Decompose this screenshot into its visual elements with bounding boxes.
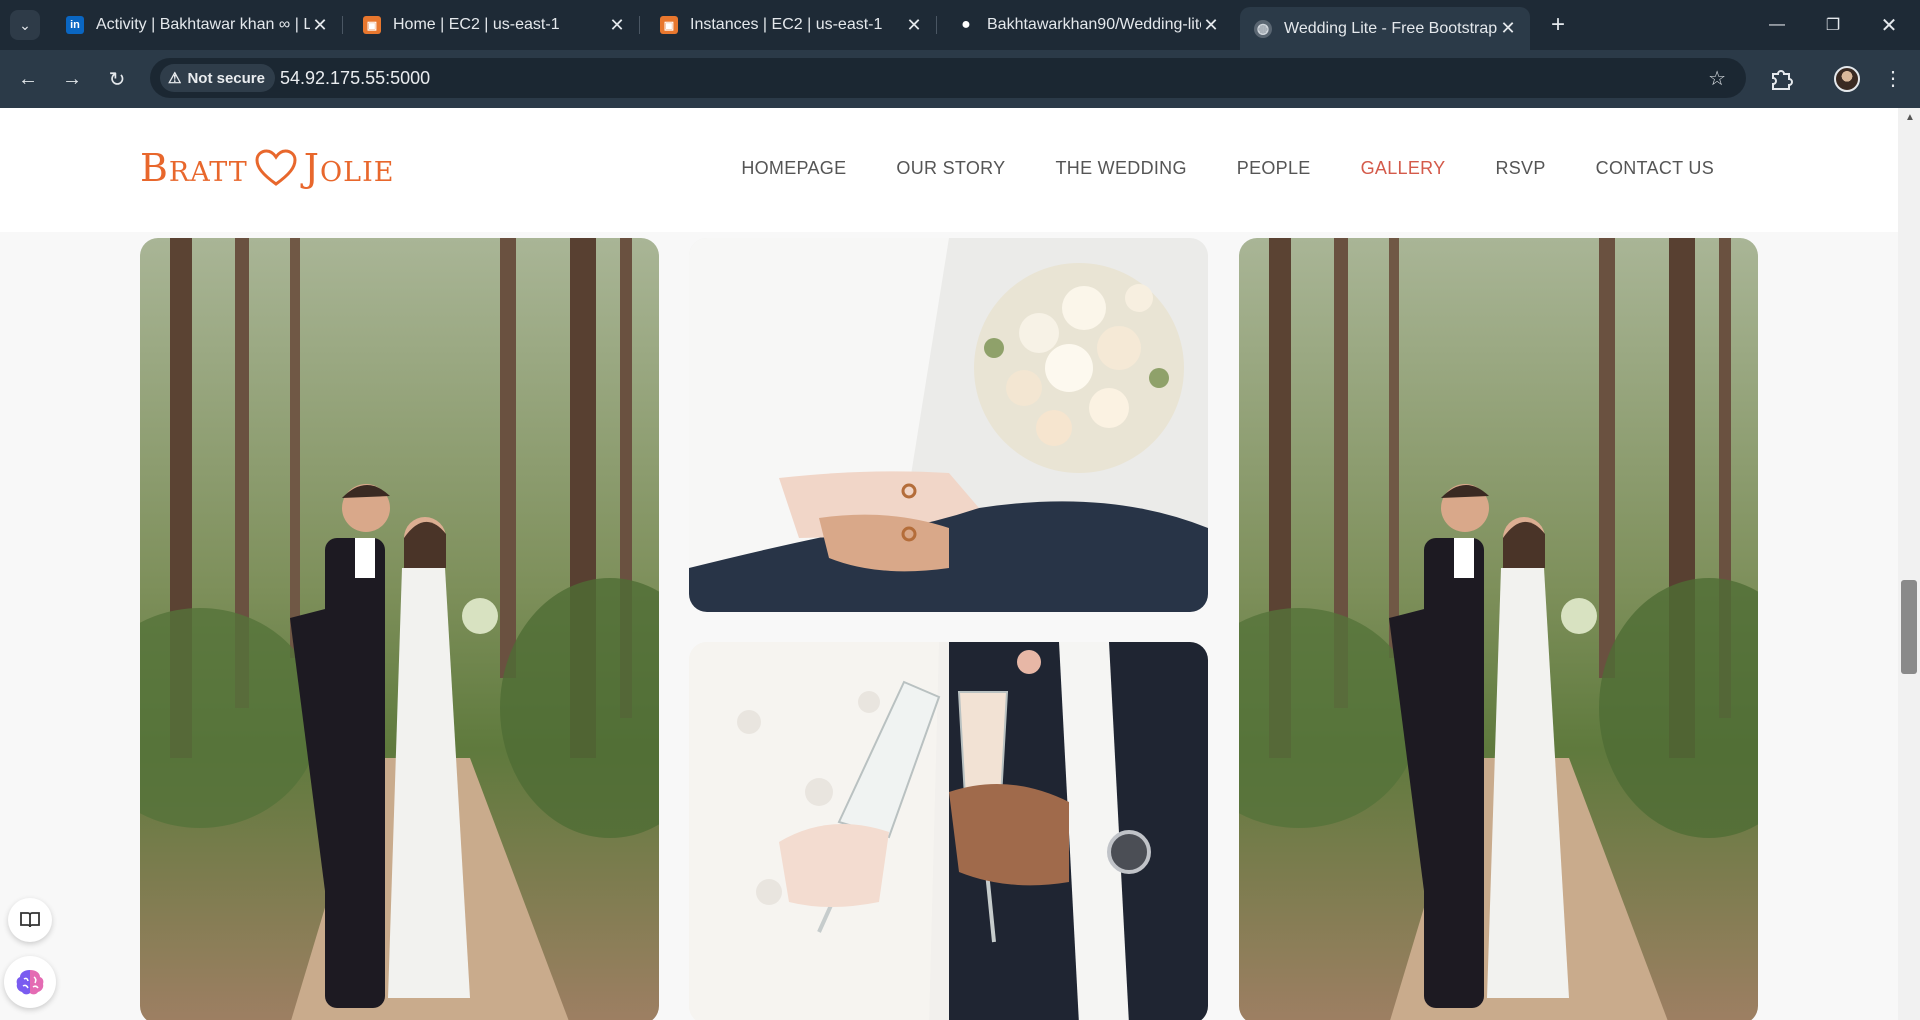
aws-icon: ▣ (363, 16, 381, 34)
gallery-image-couple-forest-2[interactable] (1239, 238, 1758, 1020)
more-vertical-icon: ⋮ (1883, 68, 1903, 90)
browser-toolbar: ← → ↻ ⚠ Not secure 54.92.175.55:5000 ☆ (0, 50, 1920, 108)
close-icon[interactable]: ✕ (904, 15, 924, 36)
profile-avatar[interactable] (1834, 66, 1860, 92)
nav-rsvp[interactable]: RSVP (1495, 158, 1545, 179)
minimize-button[interactable]: — (1762, 10, 1792, 40)
aws-icon: ▣ (660, 16, 678, 34)
globe-icon: ◍ (1254, 19, 1272, 38)
site-info-button[interactable]: ⚠ Not secure (160, 64, 275, 92)
gallery-image-champagne-toast[interactable] (689, 642, 1208, 1020)
warning-icon: ⚠ (168, 70, 182, 87)
github-icon: ● (957, 16, 975, 34)
arrow-right-icon: → (62, 67, 82, 90)
gallery-image-couple-forest[interactable] (140, 238, 659, 1020)
close-icon[interactable]: ✕ (310, 15, 330, 36)
reload-icon: ↻ (108, 68, 126, 91)
tab-strip: ⌄ in Activity | Bakhtawar khan ∞ | Linke… (0, 0, 1920, 50)
page-scrollbar[interactable] (1898, 108, 1920, 1020)
scroll-up-arrow-icon[interactable]: ▲ (1905, 112, 1915, 123)
heart-icon (255, 149, 297, 186)
champagne-toast-photo (689, 642, 1208, 1020)
tab-title: Wedding Lite - Free Bootstrap 5 (1284, 19, 1498, 37)
tab-wedding-lite[interactable]: ◍ Wedding Lite - Free Bootstrap 5 ✕ (1240, 7, 1530, 50)
main-nav: HOMEPAGE OUR STORY THE WEDDING PEOPLE GA… (741, 158, 1714, 179)
tab-title: Instances | EC2 | us-east-1 (690, 16, 883, 33)
close-icon[interactable]: ✕ (1498, 18, 1518, 39)
new-tab-button[interactable]: + (1543, 10, 1573, 40)
tab-separator (936, 16, 937, 34)
close-icon[interactable]: ✕ (1201, 15, 1221, 36)
linkedin-icon: in (66, 16, 84, 34)
couple-forest-photo (140, 238, 659, 1020)
close-window-button[interactable]: ✕ (1874, 10, 1904, 40)
site-header: Bratt Jolie HOMEPAGE OUR STORY THE WEDDI… (0, 108, 1898, 232)
gallery-image-rings-bouquet[interactable] (689, 238, 1208, 612)
tab-github[interactable]: ● Bakhtawarkhan90/Wedding-lite ✕ (943, 7, 1233, 43)
url-text[interactable]: 54.92.175.55:5000 (280, 68, 430, 89)
plus-icon: + (1550, 11, 1565, 38)
tab-separator (342, 16, 343, 34)
brain-extension-button[interactable] (4, 956, 56, 1008)
tab-title: Activity | Bakhtawar khan ∞ | LinkedIn (96, 16, 310, 33)
close-icon: ✕ (1880, 14, 1898, 37)
site-logo[interactable]: Bratt Jolie (140, 146, 394, 190)
nav-our-story[interactable]: OUR STORY (896, 158, 1005, 179)
tab-title: Bakhtawarkhan90/Wedding-lite (987, 16, 1201, 33)
browser-menu-button[interactable]: ⋮ (1883, 66, 1903, 92)
security-label: Not secure (187, 69, 265, 87)
rings-bouquet-photo (689, 238, 1208, 612)
reader-mode-button[interactable] (8, 898, 52, 942)
chevron-down-icon: ⌄ (19, 16, 31, 33)
brain-extension-icon (16, 970, 44, 995)
scrollbar-thumb[interactable] (1901, 580, 1917, 674)
arrow-left-icon: ← (18, 67, 38, 90)
reload-button[interactable]: ↻ (102, 64, 132, 94)
minimize-icon: — (1769, 16, 1785, 33)
tab-ec2-home[interactable]: ▣ Home | EC2 | us-east-1 ✕ (349, 7, 640, 43)
couple-forest-photo (1239, 238, 1758, 1020)
tab-search-button[interactable]: ⌄ (10, 10, 40, 40)
logo-name-right: Jolie (303, 146, 395, 190)
nav-gallery[interactable]: GALLERY (1361, 158, 1446, 179)
restore-icon: ❐ (1825, 17, 1841, 34)
nav-contact-us[interactable]: CONTACT US (1596, 158, 1714, 179)
back-button[interactable]: ← (13, 64, 43, 94)
tab-separator (639, 16, 640, 34)
reader-mode-icon (20, 912, 40, 928)
forward-button[interactable]: → (57, 64, 87, 94)
tab-ec2-instances[interactable]: ▣ Instances | EC2 | us-east-1 ✕ (646, 7, 937, 43)
nav-homepage[interactable]: HOMEPAGE (741, 158, 846, 179)
logo-name-left: Bratt (140, 146, 248, 190)
restore-button[interactable]: ❐ (1818, 10, 1848, 40)
bookmark-star-icon[interactable]: ☆ (1708, 66, 1726, 91)
address-bar[interactable]: ⚠ Not secure 54.92.175.55:5000 ☆ (150, 58, 1746, 98)
nav-people[interactable]: PEOPLE (1237, 158, 1311, 179)
nav-the-wedding[interactable]: THE WEDDING (1055, 158, 1186, 179)
tab-title: Home | EC2 | us-east-1 (393, 16, 560, 33)
extensions-puzzle-icon[interactable] (1766, 64, 1796, 94)
page-viewport: Bratt Jolie HOMEPAGE OUR STORY THE WEDDI… (0, 108, 1920, 1020)
close-icon[interactable]: ✕ (607, 15, 627, 36)
tab-linkedin[interactable]: in Activity | Bakhtawar khan ∞ | LinkedI… (52, 7, 343, 43)
